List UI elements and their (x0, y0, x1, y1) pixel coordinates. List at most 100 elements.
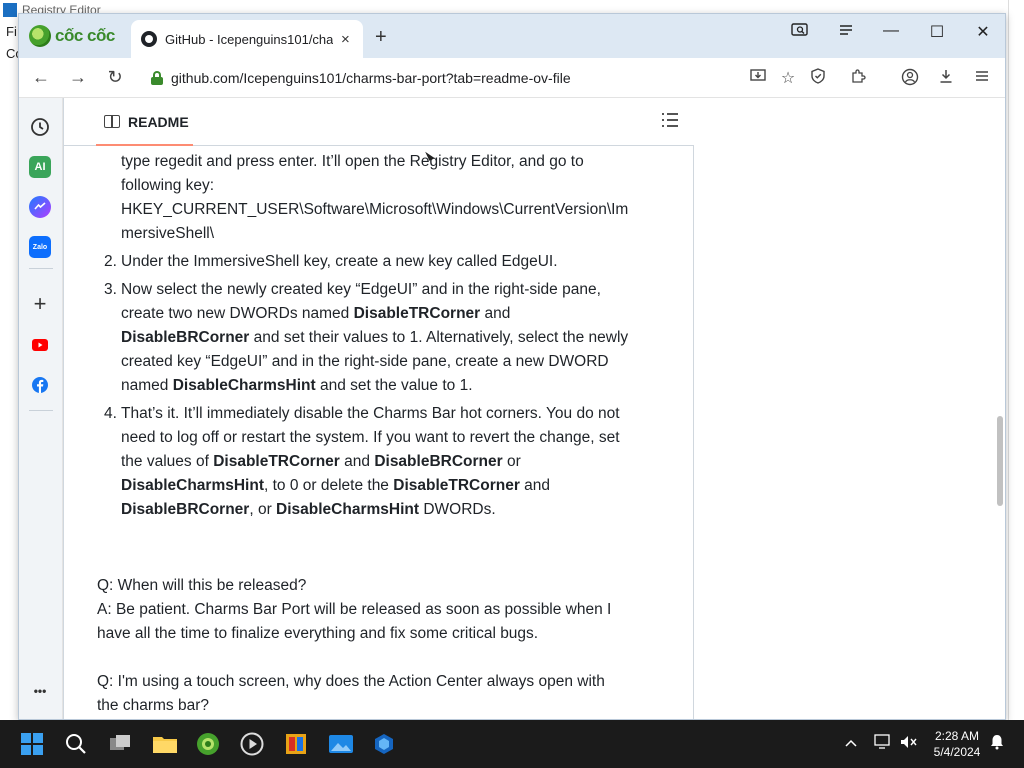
photos-icon[interactable] (328, 732, 353, 756)
sidebar-divider (29, 268, 53, 269)
step4-text-d: , to 0 or delete the (263, 477, 394, 494)
browser-sidebar: AI Zalo + ••• (19, 98, 63, 719)
browser-toolbar: ← → ↻ github.com/Icepenguins101/charms-b… (19, 58, 1005, 98)
registry-editor-edge (1008, 0, 1024, 720)
search-icon[interactable] (64, 732, 88, 756)
tab-github[interactable]: GitHub - Icepenguins101/cha × (131, 20, 363, 58)
forward-button[interactable]: → (66, 67, 90, 88)
list-item-step3: 3. Now select the newly created key “Edge… (104, 278, 641, 398)
clock-date: 5/4/2024 (933, 745, 981, 759)
dev-tool-icon[interactable] (372, 732, 396, 756)
step4-text-e: and (519, 477, 551, 494)
readme-tab-underline (96, 144, 193, 146)
add-icon[interactable]: + (29, 291, 51, 316)
maximize-button[interactable]: ☐ (922, 22, 952, 42)
github-favicon-icon (141, 31, 157, 47)
registry-menu-fragment[interactable]: Fi (6, 24, 17, 39)
reload-button[interactable]: ↻ (103, 67, 127, 88)
readme-header: README (64, 98, 694, 146)
list-item-step4: 4. That’s it. It’ll immediately disable t… (104, 402, 641, 522)
faq2-question: Q: I'm using a touch screen, why does th… (97, 673, 605, 714)
downloads-icon[interactable] (935, 68, 957, 89)
step4-key-4: DisableTRCorner (393, 477, 520, 494)
step3-text-b: and (480, 305, 511, 322)
step4-key-2: DisableBRCorner (374, 453, 503, 470)
page-scrollbar[interactable] (993, 98, 1005, 719)
faq1: Q: When will this be released? A: Be pat… (97, 574, 627, 646)
zalo-icon[interactable]: Zalo (29, 236, 51, 258)
extensions-icon[interactable] (847, 68, 869, 89)
step2-text: Under the ImmersiveShell key, create a n… (121, 253, 558, 270)
file-explorer-icon[interactable] (152, 732, 177, 756)
faq2: Q: I'm using a touch screen, why does th… (97, 670, 627, 718)
tab-close-icon[interactable]: × (341, 31, 350, 48)
book-icon (104, 115, 120, 128)
table-of-contents-icon[interactable] (662, 113, 678, 127)
history-icon[interactable] (29, 116, 51, 138)
new-tab-button[interactable]: + (375, 26, 387, 49)
url-text[interactable]: github.com/Icepenguins101/charms-bar-por… (171, 70, 571, 86)
step4-text-c: or (502, 453, 521, 470)
tab-sidebar-icon[interactable] (831, 22, 861, 43)
menu-icon[interactable] (971, 68, 993, 89)
coccoc-taskbar-icon[interactable] (196, 732, 220, 756)
scroll-thumb[interactable] (997, 416, 1003, 506)
tab-strip: cốc cốc GitHub - Icepenguins101/cha × + … (19, 14, 1005, 58)
step1-line-1: type regedit and press enter. It’ll open… (121, 153, 584, 170)
step4-key-6: DisableCharmsHint (276, 501, 420, 518)
step4-key-1: DisableTRCorner (213, 453, 340, 470)
coccoc-brand-text: cốc cốc (55, 26, 115, 45)
media-player-icon[interactable] (240, 732, 264, 756)
messenger-icon[interactable] (29, 196, 51, 218)
faq1-answer: A: Be patient. Charms Bar Port will be r… (97, 601, 612, 642)
task-view-icon[interactable] (108, 732, 132, 756)
step4-text-g: DWORDs. (419, 501, 496, 518)
youtube-icon[interactable] (29, 334, 51, 356)
ai-icon[interactable]: AI (29, 156, 51, 178)
facebook-icon[interactable] (29, 374, 51, 396)
coccoc-logo-icon (29, 25, 51, 47)
app-icon-colorful[interactable] (284, 732, 308, 756)
step1-line-3: HKEY_CURRENT_USER\Software\Microsoft\Win… (121, 201, 629, 218)
profile-icon[interactable] (899, 68, 921, 91)
taskbar: 2:28 AM 5/4/2024 (0, 720, 1024, 768)
volume-muted-icon[interactable] (900, 734, 918, 753)
notification-bell-icon[interactable] (988, 734, 1006, 753)
start-button[interactable] (20, 732, 44, 756)
install-app-icon[interactable] (747, 68, 769, 89)
network-icon[interactable] (874, 734, 892, 753)
steps-list: type regedit and press enter. It’ll open… (104, 150, 641, 526)
readme-tab-label: README (128, 114, 189, 130)
step4-text-b: and (339, 453, 375, 470)
step4-text-f: , or (249, 501, 277, 518)
step3-key-3: DisableCharmsHint (172, 377, 316, 394)
search-tabs-icon[interactable] (785, 22, 815, 43)
faq1-question: Q: When will this be released? (97, 577, 307, 594)
tab-title: GitHub - Icepenguins101/cha (165, 31, 333, 47)
back-button[interactable]: ← (29, 67, 53, 88)
chevron-up-icon[interactable] (842, 734, 860, 750)
adblock-shield-icon[interactable] (807, 68, 829, 89)
clock[interactable]: 2:28 AM 5/4/2024 (928, 728, 986, 760)
step3-text-d: and set the value to 1. (315, 377, 473, 394)
registry-editor-icon (3, 3, 17, 17)
browser-window: cốc cốc GitHub - Icepenguins101/cha × + … (18, 13, 1006, 720)
bookmark-star-icon[interactable]: ☆ (777, 68, 799, 88)
step4-key-5: DisableBRCorner (121, 501, 250, 518)
readme-tab[interactable]: README (64, 98, 193, 146)
lock-icon[interactable] (151, 71, 163, 85)
close-window-button[interactable]: ✕ (968, 22, 998, 42)
address-bar[interactable]: github.com/Icepenguins101/charms-bar-por… (137, 64, 755, 92)
page-content[interactable]: README type regedit and press enter. It’… (63, 98, 1005, 719)
step2-number: 2. (104, 253, 117, 270)
readme-panel: README type regedit and press enter. It’… (63, 98, 694, 719)
minimize-button[interactable]: — (876, 22, 906, 40)
list-item-step1: type regedit and press enter. It’ll open… (121, 150, 641, 246)
step3-key-1: DisableTRCorner (353, 305, 481, 322)
clock-time: 2:28 AM (934, 729, 980, 743)
more-icon[interactable]: ••• (29, 680, 51, 702)
step3-key-2: DisableBRCorner (121, 329, 250, 346)
step1-line-2: following key: (121, 177, 215, 194)
step3-number: 3. (104, 281, 117, 298)
coccoc-brand[interactable]: cốc cốc (29, 24, 115, 48)
